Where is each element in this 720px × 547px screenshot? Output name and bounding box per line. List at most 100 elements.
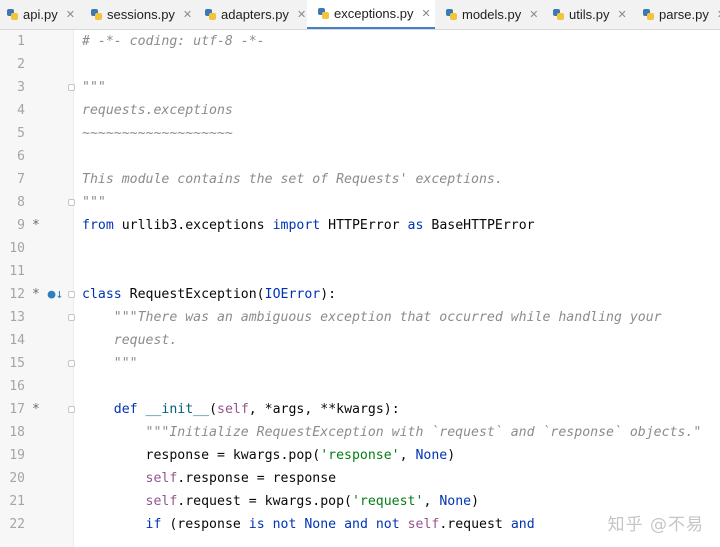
line-number: 21	[9, 494, 25, 509]
code-line[interactable]: 3 """	[0, 76, 720, 99]
code-line[interactable]: 1 # -*- coding: utf-8 -*-	[0, 30, 720, 53]
code-text[interactable]: if (response is not None and not self.re…	[82, 513, 535, 536]
code-token: self	[145, 471, 178, 486]
close-icon[interactable]: ✕	[297, 8, 306, 21]
code-line[interactable]: 7 This module contains the set of Request…	[0, 168, 720, 191]
code-text[interactable]: from urllib3.exceptions import HTTPError…	[82, 214, 535, 237]
code-editor[interactable]: 1 # -*- coding: utf-8 -*- 2 3 """ 4 requests.e…	[0, 30, 720, 547]
line-number: 16	[9, 379, 25, 394]
fold-toggle-icon[interactable]	[68, 314, 75, 321]
code-line[interactable]: 17 * def __init__(self, *args, **kwargs):	[0, 398, 720, 421]
code-text[interactable]: response = kwargs.pop('response', None)	[82, 444, 456, 467]
code-line[interactable]: 11	[0, 260, 720, 283]
code-text[interactable]: This module contains the set of Requests…	[82, 168, 503, 191]
code-token: as	[407, 218, 424, 233]
code-token: .response = response	[177, 471, 337, 486]
code-token: .request	[439, 517, 511, 532]
code-line[interactable]: 20 self.response = response	[0, 467, 720, 490]
code-text[interactable]: """	[82, 352, 138, 375]
change-marker-icon[interactable]: *	[32, 398, 60, 421]
tab-sessions[interactable]: sessions.py ✕	[90, 0, 192, 29]
code-token: None	[439, 494, 472, 509]
code-text[interactable]: """There was an ambiguous exception that…	[82, 306, 662, 329]
code-line[interactable]: 12 * ●↓ class RequestException(IOError):	[0, 283, 720, 306]
line-number: 3	[17, 80, 25, 95]
code-text[interactable]: self.request = kwargs.pop('request', Non…	[82, 490, 480, 513]
code-text[interactable]: """Initialize RequestException with `req…	[82, 421, 702, 444]
code-token: urllib3.exceptions	[113, 218, 273, 233]
tab-label: api.py	[23, 7, 58, 22]
code-text[interactable]: ~~~~~~~~~~~~~~~~~~~	[82, 122, 233, 145]
tab-exceptions[interactable]: exceptions.py ✕	[307, 0, 435, 29]
tab-utils[interactable]: utils.py ✕	[552, 0, 627, 29]
code-line[interactable]: 19 response = kwargs.pop('response', Non…	[0, 444, 720, 467]
line-number: 13	[9, 310, 25, 325]
code-text[interactable]: """	[82, 76, 106, 99]
fold-toggle-icon[interactable]	[68, 199, 75, 206]
code-token: ,	[399, 448, 416, 463]
python-file-icon	[642, 8, 655, 21]
code-text[interactable]: """	[82, 191, 106, 214]
tab-label: sessions.py	[107, 7, 175, 22]
fold-toggle-icon[interactable]	[68, 406, 75, 413]
close-icon[interactable]: ✕	[66, 8, 75, 21]
code-text[interactable]: # -*- coding: utf-8 -*-	[82, 30, 265, 53]
code-token: 'response'	[320, 448, 400, 463]
tab-parse[interactable]: parse.py ✕	[642, 0, 720, 29]
code-text[interactable]: request.	[82, 329, 178, 352]
tab-api[interactable]: api.py ✕	[6, 0, 75, 29]
code-token: request.	[82, 333, 178, 348]
python-file-icon	[552, 8, 565, 21]
python-file-icon	[445, 8, 458, 21]
code-line[interactable]: 15 """	[0, 352, 720, 375]
code-token: def	[113, 402, 138, 417]
close-icon[interactable]: ✕	[183, 8, 192, 21]
line-number: 14	[9, 333, 25, 348]
code-line[interactable]: 4 requests.exceptions	[0, 99, 720, 122]
editor-tab-bar: api.py ✕ sessions.py ✕ adapters.py ✕ exc…	[0, 0, 720, 30]
line-number: 17	[9, 402, 25, 417]
code-line[interactable]: 18 """Initialize RequestException with `…	[0, 421, 720, 444]
code-line[interactable]: 14 request.	[0, 329, 720, 352]
code-text[interactable]: self.response = response	[82, 467, 337, 490]
change-marker-icon[interactable]: *	[32, 214, 60, 237]
code-text[interactable]: def __init__(self, *args, **kwargs):	[82, 398, 400, 421]
code-token: )	[447, 448, 456, 463]
code-token: )	[471, 494, 480, 509]
change-marker-icon[interactable]: * ●↓	[32, 283, 64, 306]
code-line[interactable]: 5 ~~~~~~~~~~~~~~~~~~~	[0, 122, 720, 145]
code-text[interactable]: class RequestException(IOError):	[82, 283, 336, 306]
line-number: 8	[17, 195, 25, 210]
tab-adapters[interactable]: adapters.py ✕	[204, 0, 306, 29]
tab-label: utils.py	[569, 7, 610, 22]
python-file-icon	[317, 7, 330, 20]
code-text[interactable]: requests.exceptions	[82, 99, 233, 122]
code-token: __init__	[145, 402, 210, 417]
code-line[interactable]: 2	[0, 53, 720, 76]
code-line[interactable]: 10	[0, 237, 720, 260]
close-icon[interactable]: ✕	[617, 8, 626, 21]
code-line[interactable]: 13 """There was an ambiguous exception t…	[0, 306, 720, 329]
code-line[interactable]: 6	[0, 145, 720, 168]
line-number: 2	[17, 57, 25, 72]
fold-toggle-icon[interactable]	[68, 291, 75, 298]
line-number: 12	[9, 287, 25, 302]
close-icon[interactable]: ✕	[529, 8, 538, 21]
code-token: self	[145, 494, 178, 509]
code-token: , *args, **kwargs):	[248, 402, 400, 417]
code-line[interactable]: 8 """	[0, 191, 720, 214]
fold-toggle-icon[interactable]	[68, 360, 75, 367]
code-token: """	[82, 195, 106, 210]
code-line[interactable]: 16	[0, 375, 720, 398]
code-token: and	[510, 517, 535, 532]
tab-models[interactable]: models.py ✕	[445, 0, 538, 29]
code-token: (	[209, 402, 218, 417]
line-number: 1	[17, 34, 25, 49]
line-number: 5	[17, 126, 25, 141]
code-line[interactable]: 9 * from urllib3.exceptions import HTTPErr…	[0, 214, 720, 237]
close-icon[interactable]: ✕	[422, 7, 431, 20]
overridden-method-icon[interactable]: ●↓	[40, 287, 64, 302]
fold-toggle-icon[interactable]	[68, 84, 75, 91]
